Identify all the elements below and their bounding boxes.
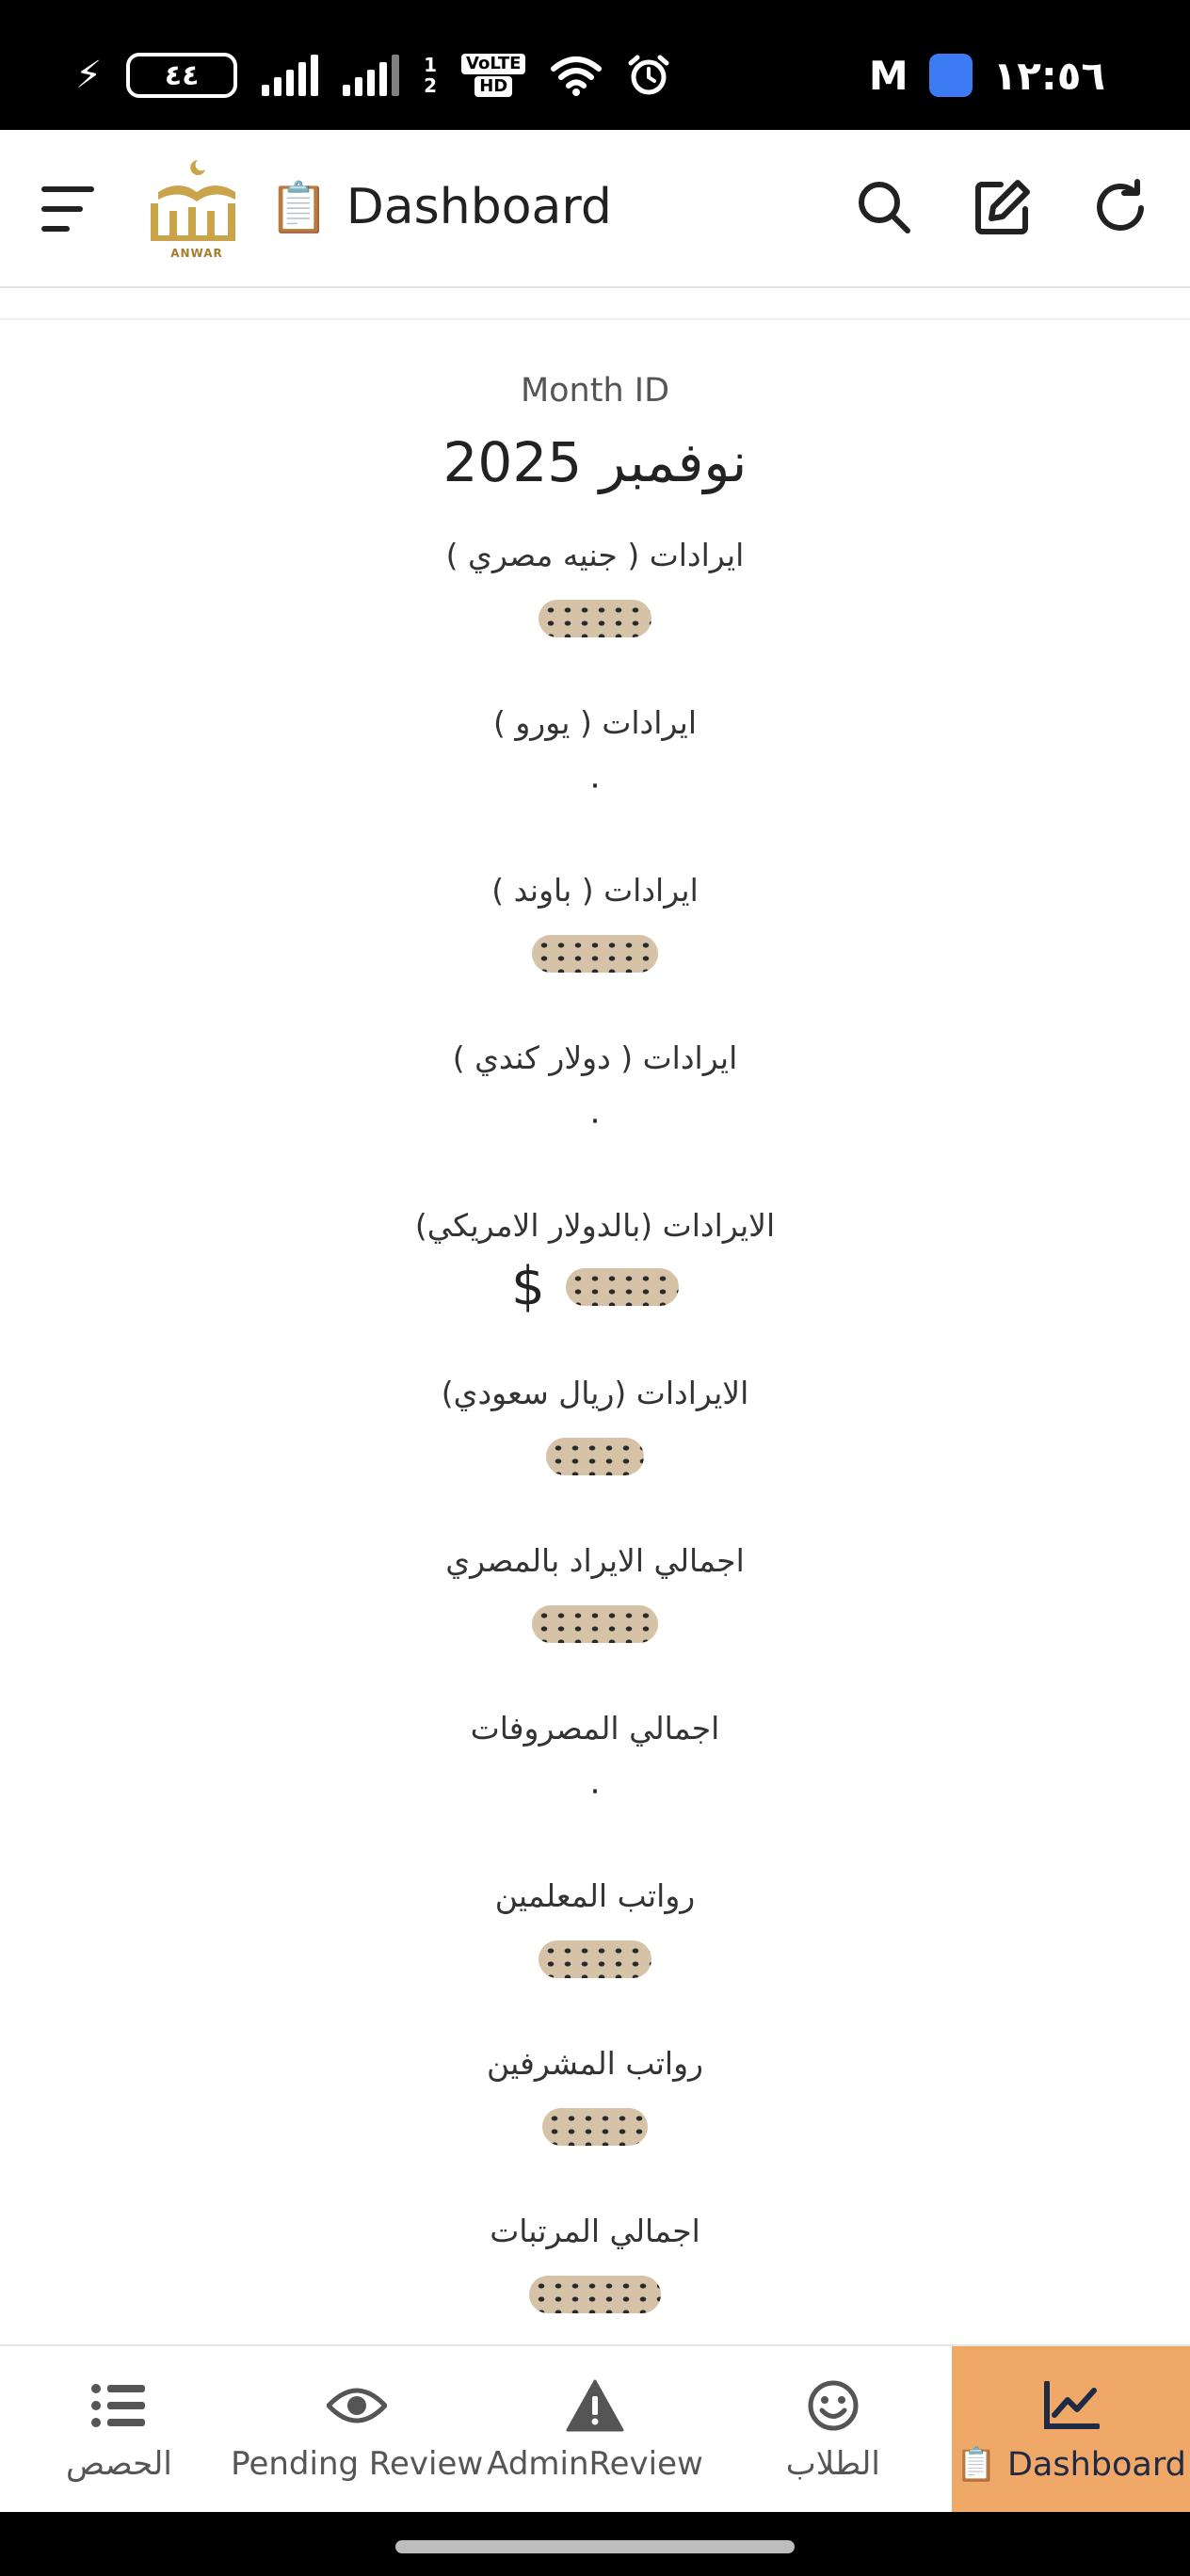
status-time: ١٢:٥٦: [992, 52, 1105, 99]
metric-label: ايرادات ( جنيه مصري ): [445, 537, 745, 573]
redacted-value: [529, 2276, 661, 2313]
nav-item-admin-review[interactable]: AdminReview: [476, 2346, 715, 2512]
metric-value: ٠: [586, 765, 604, 803]
redacted-value: [532, 935, 658, 973]
metric-value-redacted: [0, 1924, 1190, 1990]
eye-icon: [327, 2375, 388, 2436]
divider: [0, 318, 1190, 320]
metric-usd-revenue: الايرادات (بالدولار الامريكي) $: [0, 1203, 1190, 1371]
nav-label: 📋 Dashboard: [956, 2445, 1186, 2484]
alarm-icon: [628, 55, 669, 95]
nav-label: Pending Review: [231, 2445, 484, 2483]
sim-slots: 1 2: [424, 55, 437, 96]
metric-label: الايرادات (ريال سعودي): [441, 1375, 749, 1411]
currency-symbol: $: [511, 1256, 545, 1317]
redacted-value: [546, 1438, 644, 1475]
clipboard-icon: 📋: [268, 179, 330, 236]
metric-value-redacted: [0, 1422, 1190, 1488]
app-notification-icon: [928, 54, 973, 97]
redacted-value: [539, 1940, 651, 1978]
dashboard-content: Month ID نوفمبر 2025 ايرادات ( جنيه مصري…: [0, 367, 1190, 2376]
metric-eur-revenue: ايرادات ( يورو ) ٠: [0, 700, 1190, 868]
metric-label: ايرادات ( باوند ): [491, 872, 699, 909]
redacted-value: [532, 1605, 658, 1643]
app-logo: ANWAR: [141, 154, 252, 267]
metric-total-expenses: اجمالي المصروفات ٠: [0, 1706, 1190, 1874]
logo-text: ANWAR: [170, 247, 223, 260]
volte-label: VoLTE: [461, 54, 526, 74]
edit-icon[interactable]: [972, 176, 1034, 238]
battery-icon: ٤٤: [126, 53, 238, 98]
nav-item-pending-review[interactable]: Pending Review: [231, 2346, 483, 2512]
gmail-icon: M: [868, 52, 909, 99]
wifi-icon: [551, 56, 603, 96]
metric-cad-revenue: ايرادات ( دولار كندي ) ٠: [0, 1036, 1190, 1203]
nav-item-students[interactable]: الطلاب: [714, 2346, 952, 2512]
list-icon: [88, 2375, 149, 2436]
metric-value-redacted: [0, 1589, 1190, 1655]
nav-label: الطلاب: [785, 2445, 880, 2483]
metric-value-redacted: [0, 2260, 1190, 2326]
volte-badge: VoLTE HD: [461, 54, 526, 97]
status-bar: ⚡ ٤٤ 1 2 VoLTE HD M ١٢:٥٦: [0, 0, 1190, 130]
nav-label: الحصص: [65, 2445, 172, 2483]
menu-icon[interactable]: [41, 183, 98, 235]
metric-supervisor-salaries: رواتب المشرفين: [0, 2041, 1190, 2209]
metric-value: ٠: [586, 1101, 604, 1138]
search-icon[interactable]: [853, 176, 915, 238]
metric-label: الايرادات (بالدولار الامريكي): [414, 1207, 776, 1244]
charging-bolt-icon: ⚡: [75, 54, 103, 97]
metric-egp-revenue: ايرادات ( جنيه مصري ): [0, 533, 1190, 700]
metric-label: اجمالي الايراد بالمصري: [445, 1542, 745, 1579]
battery-level: ٤٤: [164, 58, 200, 92]
system-navigation-bar: [0, 2512, 1190, 2576]
metric-sar-revenue: الايرادات (ريال سعودي): [0, 1371, 1190, 1538]
status-right: M ١٢:٥٦: [869, 47, 1105, 104]
smiley-icon: [803, 2375, 863, 2436]
metric-total-egp-revenue: اجمالي الايراد بالمصري: [0, 1538, 1190, 1706]
metric-value-redacted: [0, 2092, 1190, 2158]
redacted-value: [565, 1268, 679, 1306]
page-title-text: Dashboard: [346, 179, 612, 235]
home-gesture-handle[interactable]: [395, 2540, 795, 2553]
redacted-value: [542, 2108, 648, 2146]
metric-gbp-revenue: ايرادات ( باوند ): [0, 868, 1190, 1036]
signal-icon: [343, 55, 400, 96]
nav-item-dashboard[interactable]: 📋 Dashboard: [952, 2346, 1190, 2512]
bottom-navigation: الحصص Pending Review AdminReview الطلاب …: [0, 2344, 1190, 2512]
sim-slot-1: 1: [424, 54, 438, 76]
nav-label: AdminReview: [487, 2445, 703, 2483]
status-left: ⚡ ٤٤ 1 2 VoLTE HD: [75, 47, 670, 104]
usd-value: $: [511, 1254, 679, 1320]
metric-label: ايرادات ( دولار كندي ): [452, 1039, 738, 1076]
metric-label: رواتب المعلمين: [494, 1877, 696, 1914]
app-bar-actions: [853, 173, 1152, 241]
metric-teacher-salaries: رواتب المعلمين: [0, 1874, 1190, 2041]
metric-label: اجمالي المرتبات: [490, 2213, 700, 2249]
page-title: 📋 Dashboard: [268, 173, 612, 241]
metric-label: اجمالي المصروفات: [470, 1710, 720, 1747]
signal-icon: [262, 55, 319, 96]
app-bar: ANWAR 📋 Dashboard: [0, 130, 1190, 288]
metric-value-redacted: [0, 584, 1190, 650]
metric-value-redacted: [0, 919, 1190, 985]
sim-slot-2: 2: [424, 74, 438, 97]
warning-icon: [565, 2375, 625, 2436]
month-label: Month ID: [520, 372, 670, 410]
metric-value-redacted: $: [0, 1254, 1190, 1320]
hd-label: HD: [474, 76, 513, 97]
redacted-value: [539, 600, 651, 637]
metric-label: رواتب المشرفين: [487, 2045, 703, 2082]
chart-icon: [1041, 2375, 1102, 2436]
nav-item-sessions[interactable]: الحصص: [0, 2346, 238, 2512]
metric-label: ايرادات ( يورو ): [493, 704, 697, 741]
logo-emblem: [151, 160, 235, 241]
month-value: نوفمبر 2025: [442, 430, 748, 494]
metric-value: ٠: [586, 1771, 604, 1809]
refresh-icon[interactable]: [1090, 176, 1152, 238]
